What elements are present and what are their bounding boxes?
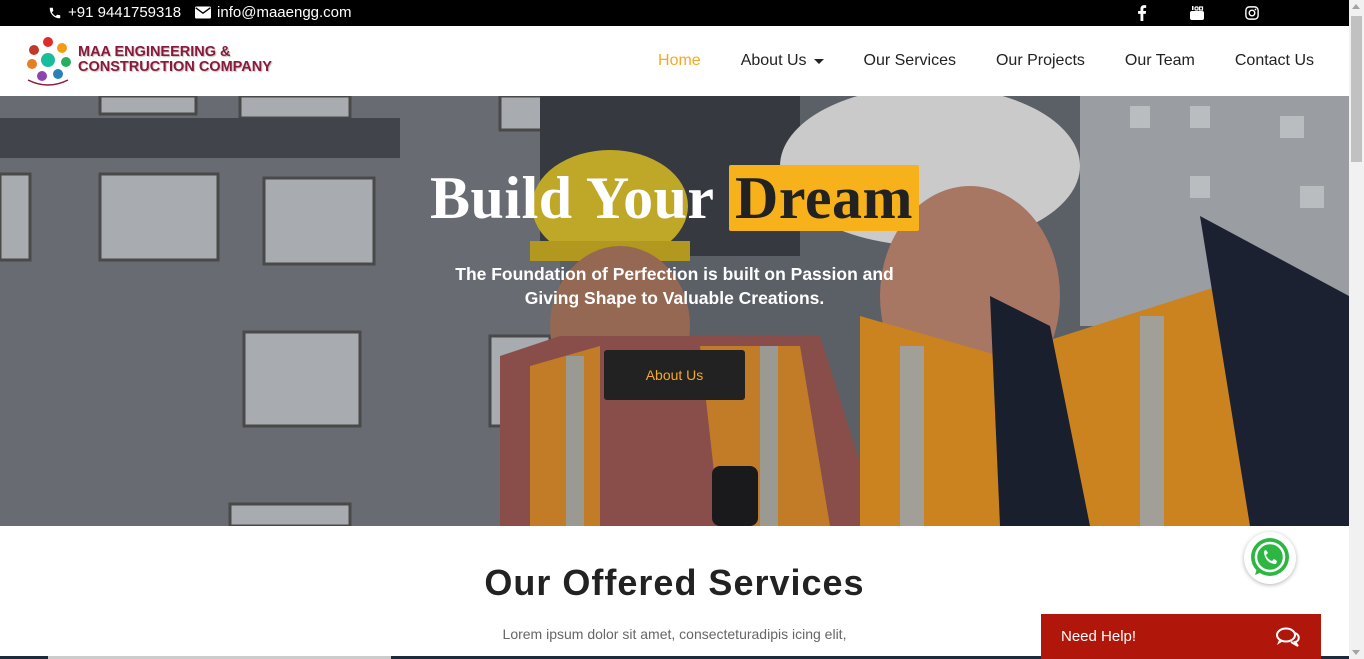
phone-icon xyxy=(49,7,61,18)
whatsapp-button[interactable] xyxy=(1244,532,1296,584)
phone-link[interactable]: +91 9441759318 xyxy=(48,4,181,21)
page-scrollbar[interactable] xyxy=(1349,0,1364,659)
company-name-line2: CONSTRUCTION COMPANY xyxy=(78,59,272,75)
youtube-icon[interactable] xyxy=(1188,4,1206,22)
about-us-button[interactable]: About Us xyxy=(604,350,745,400)
hero-title-plain: Build Your xyxy=(430,165,714,231)
hero-subtitle-line2: Giving Shape to Valuable Creations. xyxy=(524,288,825,308)
page: +91 9441759318 info@maaengg.com MAA ENGI… xyxy=(0,0,1364,659)
envelope-icon xyxy=(195,6,212,19)
scroll-up-icon[interactable] xyxy=(1352,4,1360,9)
nav-our-projects[interactable]: Our Projects xyxy=(996,52,1085,70)
hero-overlay xyxy=(0,96,1349,526)
hero-title: Build Your Dream xyxy=(0,164,1349,233)
main-nav: Home About Us Our Services Our Projects … xyxy=(618,26,1314,96)
hero-subtitle: The Foundation of Perfection is built on… xyxy=(0,262,1349,310)
nav-our-services[interactable]: Our Services xyxy=(864,52,956,70)
nav-home[interactable]: Home xyxy=(658,52,701,70)
hero-subtitle-line1: The Foundation of Perfection is built on… xyxy=(455,264,894,284)
top-bar: +91 9441759318 info@maaengg.com xyxy=(0,0,1349,26)
caret-down-icon xyxy=(813,58,824,64)
company-name: MAA ENGINEERING & CONSTRUCTION COMPANY xyxy=(78,45,272,75)
logo-mark xyxy=(20,32,76,88)
instagram-icon[interactable] xyxy=(1243,4,1261,22)
email-text: info@maaengg.com xyxy=(217,4,352,21)
nav-our-team[interactable]: Our Team xyxy=(1125,52,1195,70)
nav-about-us-label: About Us xyxy=(740,52,807,69)
email-link[interactable]: info@maaengg.com xyxy=(195,4,352,21)
facebook-icon[interactable] xyxy=(1133,4,1151,22)
hero-title-highlight: Dream xyxy=(728,165,919,231)
site-header: MAA ENGINEERING & CONSTRUCTION COMPANY H… xyxy=(0,26,1349,96)
chat-bubbles-icon xyxy=(1276,627,1300,647)
hero-banner: Build Your Dream The Foundation of Perfe… xyxy=(0,96,1349,526)
social-links xyxy=(1096,4,1261,22)
phone-text: +91 9441759318 xyxy=(68,4,182,21)
scroll-down-icon[interactable] xyxy=(1352,650,1360,655)
nav-contact-us[interactable]: Contact Us xyxy=(1235,52,1314,70)
contact-info: +91 9441759318 info@maaengg.com xyxy=(48,4,366,21)
whatsapp-icon xyxy=(1251,538,1289,576)
need-help-chat[interactable]: Need Help! xyxy=(1041,614,1321,659)
company-logo[interactable]: MAA ENGINEERING & CONSTRUCTION COMPANY xyxy=(20,32,272,88)
scrollbar-thumb[interactable] xyxy=(1351,16,1362,162)
services-heading: Our Offered Services xyxy=(484,562,865,603)
nav-about-us[interactable]: About Us xyxy=(741,52,824,70)
need-help-label: Need Help! xyxy=(1061,628,1137,645)
company-name-line1: MAA ENGINEERING & xyxy=(78,44,231,60)
